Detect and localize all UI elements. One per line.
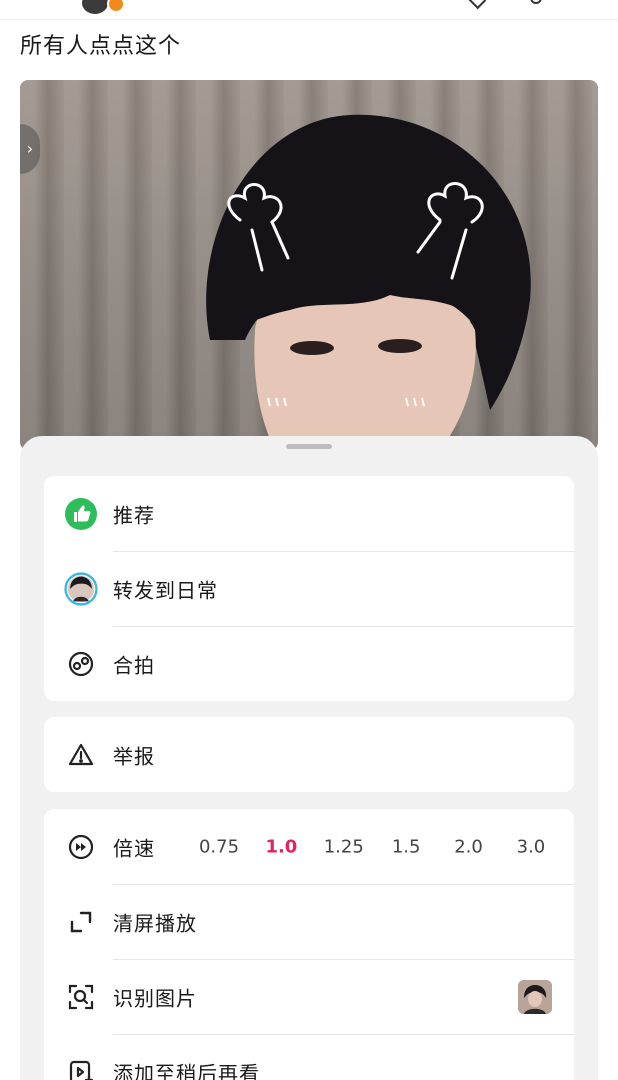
verified-badge-icon xyxy=(107,0,125,13)
clear-screen-item[interactable]: 清屏播放 xyxy=(44,884,574,959)
warning-icon xyxy=(64,738,98,772)
video-player[interactable]: › xyxy=(20,80,598,450)
speed-label: 倍速 xyxy=(113,836,155,860)
sheet-handle[interactable] xyxy=(286,444,332,449)
watch-later-label: 添加至稍后再看 xyxy=(113,1061,260,1080)
user-avatar-icon xyxy=(64,571,98,606)
action-sheet: 推荐 转发到日常 合拍 举报 倍速 0.75 1.0 1.25 1.5 2.0 … xyxy=(20,436,598,1080)
speed-options: 0.75 1.0 1.25 1.5 2.0 3.0 xyxy=(194,836,556,857)
image-thumbnail xyxy=(518,979,552,1014)
report-item[interactable]: 举报 xyxy=(44,717,574,792)
duet-item[interactable]: 合拍 xyxy=(44,626,574,701)
watch-later-icon xyxy=(64,1055,98,1080)
repost-item[interactable]: 转发到日常 xyxy=(44,551,574,626)
speed-option[interactable]: 0.75 xyxy=(194,836,244,857)
identify-image-label: 识别图片 xyxy=(113,986,197,1010)
dropdown-icon[interactable] xyxy=(467,0,487,10)
duet-label: 合拍 xyxy=(113,653,155,677)
video-frame xyxy=(206,114,531,450)
author-avatar[interactable] xyxy=(82,0,108,14)
speed-option[interactable]: 1.25 xyxy=(319,836,369,857)
report-card: 举报 xyxy=(44,717,574,792)
recommend-label: 推荐 xyxy=(113,503,155,527)
share-card: 推荐 转发到日常 合拍 xyxy=(44,476,574,701)
speed-option[interactable]: 3.0 xyxy=(506,836,556,857)
duet-icon xyxy=(64,647,98,681)
speed-option[interactable]: 1.5 xyxy=(381,836,431,857)
repost-label: 转发到日常 xyxy=(113,578,218,602)
top-bar xyxy=(0,0,618,20)
post-title: 所有人点点这个 xyxy=(20,34,182,59)
thumbs-up-icon xyxy=(64,497,98,531)
fullscreen-icon xyxy=(64,905,98,939)
playback-card: 倍速 0.75 1.0 1.25 1.5 2.0 3.0 清屏播放 识别图片 添… xyxy=(44,809,574,1080)
speed-option-selected[interactable]: 1.0 xyxy=(256,836,306,857)
clear-screen-label: 清屏播放 xyxy=(113,911,197,935)
identify-image-item[interactable]: 识别图片 xyxy=(44,959,574,1034)
speed-icon xyxy=(64,830,98,864)
speed-option[interactable]: 2.0 xyxy=(444,836,494,857)
speed-item: 倍速 0.75 1.0 1.25 1.5 2.0 3.0 xyxy=(44,809,574,884)
scan-image-icon xyxy=(64,980,98,1014)
recommend-item[interactable]: 推荐 xyxy=(44,476,574,551)
search-icon[interactable] xyxy=(530,0,542,4)
watch-later-item[interactable]: 添加至稍后再看 xyxy=(44,1034,574,1080)
report-label: 举报 xyxy=(113,744,155,768)
